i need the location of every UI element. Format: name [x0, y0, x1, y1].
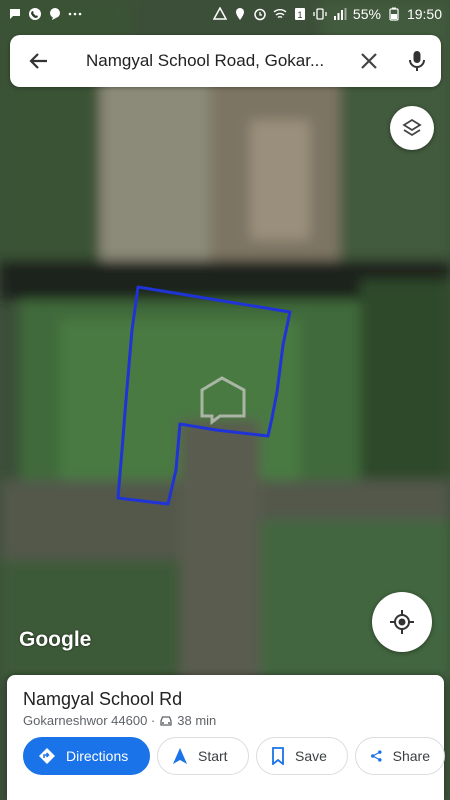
status-right: 1 55% 19:50 — [212, 6, 442, 22]
navigation-arrow-icon — [173, 748, 187, 764]
more-dots-icon — [68, 7, 82, 21]
mic-icon — [409, 51, 425, 71]
my-location-icon — [390, 610, 414, 634]
sim-1-icon: 1 — [293, 7, 307, 21]
share-label: Share — [392, 748, 430, 764]
signal-icon — [333, 7, 347, 21]
chat-icon — [48, 7, 62, 21]
search-query[interactable]: Namgyal School Road, Gokar... — [66, 51, 345, 71]
place-details: Gokarneshwor 44600 · 38 min — [23, 713, 216, 728]
save-label: Save — [295, 748, 327, 764]
status-bar: 1 55% 19:50 — [0, 0, 450, 28]
svg-text:1: 1 — [297, 10, 302, 20]
arrow-back-icon — [29, 53, 47, 69]
vibrate-icon — [313, 7, 327, 21]
bookmark-icon — [272, 747, 284, 765]
phone-icon — [28, 7, 42, 21]
battery-percent: 55% — [352, 6, 381, 22]
save-button[interactable]: Save — [256, 737, 348, 775]
voice-search-button[interactable] — [393, 35, 441, 87]
place-name: Namgyal School Rd — [23, 689, 183, 709]
layers-icon — [402, 118, 422, 137]
share-icon — [371, 750, 382, 762]
layers-button[interactable] — [390, 106, 434, 150]
directions-icon — [39, 748, 55, 764]
search-bar[interactable]: Namgyal School Road, Gokar... — [10, 35, 441, 87]
start-label: Start — [198, 748, 228, 764]
google-logo: Google — [19, 628, 92, 651]
place-address: Gokarneshwor 44600 · — [23, 713, 156, 728]
back-button[interactable] — [10, 35, 66, 87]
share-button[interactable]: Share — [355, 737, 445, 775]
drive-icon — [212, 7, 227, 21]
close-icon — [361, 53, 377, 69]
car-icon — [160, 715, 172, 726]
clear-search-button[interactable] — [345, 35, 393, 87]
place-sheet[interactable]: Namgyal School Rd Gokarneshwor 44600 · 3… — [7, 675, 445, 800]
directions-label: Directions — [66, 748, 129, 764]
clock: 19:50 — [406, 6, 442, 22]
location-icon — [233, 7, 247, 21]
sms-icon — [8, 7, 22, 21]
wifi-icon — [273, 7, 287, 21]
my-location-button[interactable] — [372, 592, 432, 652]
drive-time: 38 min — [177, 713, 217, 728]
start-button[interactable]: Start — [157, 737, 249, 775]
status-left — [8, 7, 82, 21]
directions-button[interactable]: Directions — [23, 737, 150, 775]
battery-icon — [387, 7, 401, 21]
alarm-icon — [253, 7, 267, 21]
action-row: Directions Start Save Share — [23, 737, 445, 775]
